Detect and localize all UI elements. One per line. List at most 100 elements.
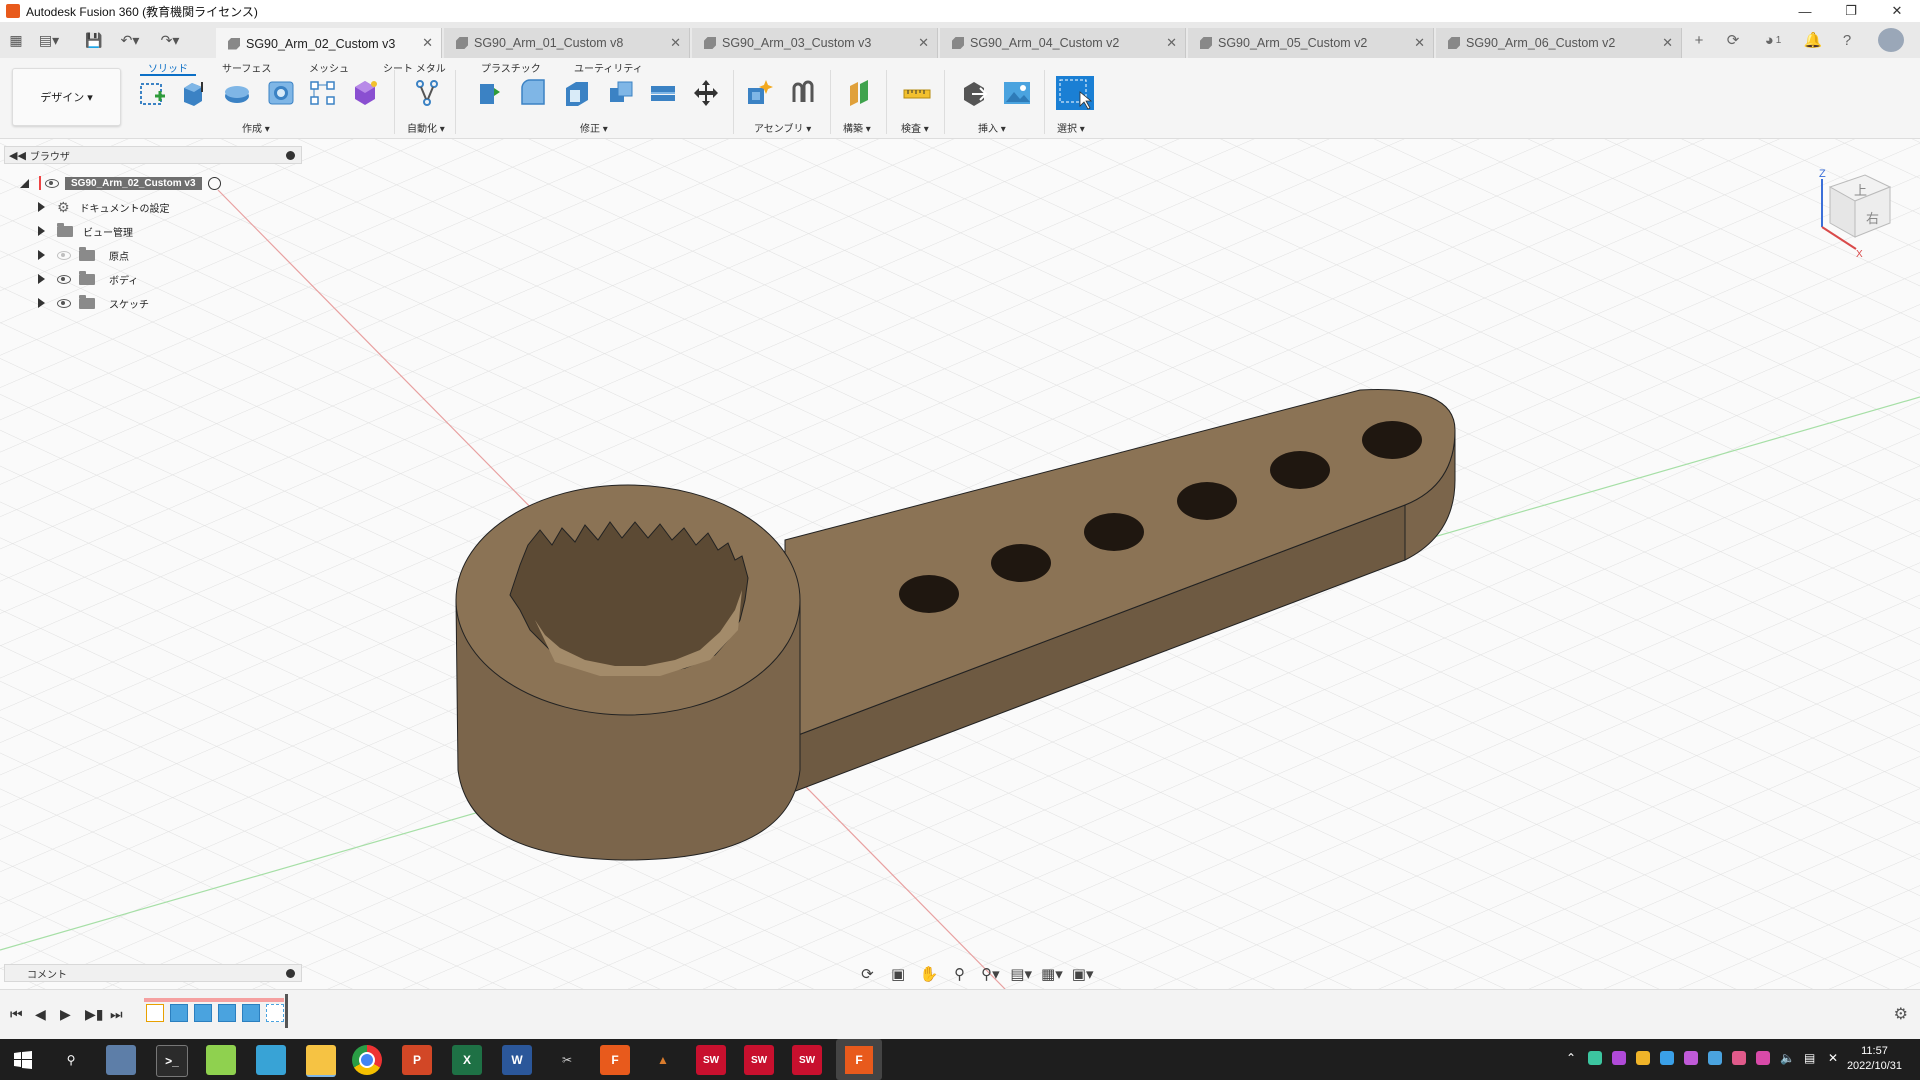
tab-doc-2[interactable]: SG90_Arm_01_Custom v8 ✕ (444, 28, 690, 58)
tab-doc-6[interactable]: SG90_Arm_06_Custom v2 ✕ (1436, 28, 1682, 58)
fit-icon[interactable]: ⚲▾ (978, 965, 1003, 983)
browser-item-document-settings[interactable]: ⚙ ドキュメントの設定 (38, 197, 170, 217)
timeline-sketch-feature[interactable] (146, 1004, 164, 1022)
step-back-icon[interactable]: ◀ (35, 1006, 46, 1023)
tab-doc-3[interactable]: SG90_Arm_03_Custom v3 ✕ (692, 28, 938, 58)
minimize-button[interactable]: — (1782, 0, 1828, 22)
tab-plastic[interactable]: プラスチック (481, 60, 541, 75)
chrome-icon[interactable] (352, 1045, 382, 1075)
task-view-icon[interactable] (106, 1045, 136, 1075)
modify-group-label[interactable]: 修正 ▾ (580, 120, 608, 135)
tray-app-icon[interactable] (1684, 1051, 1698, 1065)
snipping-tool-icon[interactable]: ✂ (552, 1045, 582, 1075)
insert-group-label[interactable]: 挿入 ▾ (978, 120, 1006, 135)
offset-plane-icon[interactable] (845, 78, 875, 108)
solidworks-2019-icon[interactable]: SW (696, 1045, 726, 1075)
file-menu-icon[interactable]: ▤▾ (36, 30, 62, 50)
go-to-end-icon[interactable]: ⏭ (110, 1006, 123, 1023)
tab-surface[interactable]: サーフェス (222, 60, 271, 75)
select-group-label[interactable]: 選択 ▾ (1057, 120, 1085, 135)
tray-app-icon[interactable] (1636, 1051, 1650, 1065)
expand-icon[interactable] (38, 298, 45, 308)
fusion-360-active-icon[interactable]: F (836, 1039, 882, 1080)
network-icon[interactable]: ▤ (1804, 1051, 1818, 1065)
timeline-extrude-feature[interactable] (170, 1004, 188, 1022)
visibility-eye-icon[interactable] (57, 250, 71, 260)
visibility-eye-icon[interactable] (57, 274, 71, 284)
close-tray-icon[interactable]: ✕ (1828, 1051, 1842, 1065)
expand-icon[interactable] (38, 226, 45, 236)
select-icon[interactable] (1056, 76, 1094, 110)
excel-icon[interactable]: X (452, 1045, 482, 1075)
close-tab-icon[interactable]: ✕ (1166, 35, 1177, 51)
matlab-icon[interactable]: ▲ (648, 1045, 678, 1075)
notification-bell-icon[interactable]: 🔔 (1802, 30, 1824, 50)
browser-item-sketches[interactable]: スケッチ (38, 293, 149, 313)
solidworks-2019b-icon[interactable]: SW (792, 1045, 822, 1075)
hole-icon[interactable] (266, 78, 296, 108)
inspect-group-label[interactable]: 検査 ▾ (901, 120, 929, 135)
file-explorer-icon[interactable] (306, 1045, 336, 1077)
redo-icon[interactable]: ↷▾ (156, 30, 184, 50)
timeline-pattern-feature[interactable] (266, 1004, 284, 1022)
tray-app-icon[interactable] (1732, 1051, 1746, 1065)
terminal-icon[interactable]: >_ (156, 1045, 188, 1077)
display-settings-icon[interactable]: ▤▾ (1009, 965, 1034, 983)
browser-root-item[interactable]: SG90_Arm_02_Custom v3 (20, 173, 221, 193)
tab-doc-1[interactable]: SG90_Arm_02_Custom v3 ✕ (216, 28, 442, 59)
undo-icon[interactable]: ↶▾ (116, 30, 144, 50)
3d-viewport[interactable]: Z X 上 右 (0, 139, 1920, 989)
look-at-icon[interactable]: ▣ (886, 965, 911, 983)
close-tab-icon[interactable]: ✕ (422, 35, 433, 51)
insert-derive-icon[interactable] (960, 78, 990, 108)
workspace-switcher-button[interactable]: デザイン ▾ (12, 68, 121, 126)
edge-icon[interactable] (256, 1045, 286, 1075)
visibility-eye-icon[interactable] (57, 298, 71, 308)
restore-button[interactable]: ❐ (1828, 0, 1874, 22)
browser-panel-header[interactable]: ◀◀ ブラウザ (4, 146, 302, 164)
tab-mesh[interactable]: メッシュ (309, 60, 349, 75)
create-sketch-icon[interactable] (137, 78, 167, 108)
browser-item-origin[interactable]: 原点 (38, 245, 129, 265)
timeline-extrude-feature[interactable] (194, 1004, 212, 1022)
fillet-icon[interactable] (518, 78, 548, 108)
expand-icon[interactable] (38, 274, 45, 284)
search-icon[interactable]: ⚲ (56, 1045, 86, 1075)
press-pull-icon[interactable] (474, 78, 504, 108)
insert-image-icon[interactable] (1002, 78, 1032, 108)
viewcube[interactable]: Z X 上 右 (1810, 157, 1900, 257)
tab-solid[interactable]: ソリッド (140, 60, 196, 76)
move-copy-icon[interactable] (691, 78, 721, 108)
volume-icon[interactable]: 🔈 (1780, 1051, 1795, 1065)
activate-radio-icon[interactable] (207, 176, 221, 190)
viewports-icon[interactable]: ▣▾ (1070, 965, 1095, 983)
create-group-label[interactable]: 作成 ▾ (242, 120, 270, 135)
play-icon[interactable]: ▶ (60, 1006, 71, 1023)
pin-icon[interactable] (286, 150, 295, 160)
sync-icon[interactable]: ⟳ (1722, 30, 1744, 50)
browser-item-named-views[interactable]: ビュー管理 (38, 221, 133, 241)
tray-expand-icon[interactable]: ⌃ (1566, 1051, 1580, 1065)
extrude-icon[interactable] (178, 78, 208, 108)
help-icon[interactable]: ? (1836, 30, 1858, 50)
timeline-settings-gear-icon[interactable]: ⚙ (1894, 1004, 1908, 1024)
tray-app-icon[interactable] (1756, 1051, 1770, 1065)
fusion-360-icon[interactable]: F (600, 1045, 630, 1075)
powerpoint-icon[interactable]: P (402, 1045, 432, 1075)
tray-app-icon[interactable] (1708, 1051, 1722, 1065)
revolve-icon[interactable] (222, 78, 252, 108)
tray-app-icon[interactable] (1660, 1051, 1674, 1065)
timeline-marker[interactable] (285, 994, 288, 1028)
close-tab-icon[interactable]: ✕ (1414, 35, 1425, 51)
app-grid-icon[interactable]: ▦ (6, 30, 26, 50)
joint-icon[interactable] (788, 78, 818, 108)
tray-app-icon[interactable] (1588, 1051, 1602, 1065)
automate-group-label[interactable]: 自動化 ▾ (407, 120, 445, 135)
job-status-icon[interactable]: ◕ 1 (1756, 30, 1790, 50)
browser-item-bodies[interactable]: ボディ (38, 269, 138, 289)
new-component-icon[interactable] (744, 78, 774, 108)
combine-icon[interactable] (606, 78, 636, 108)
pan-hand-icon[interactable]: ✋ (917, 965, 942, 983)
create-form-icon[interactable] (350, 78, 380, 108)
word-icon[interactable]: W (502, 1045, 532, 1075)
